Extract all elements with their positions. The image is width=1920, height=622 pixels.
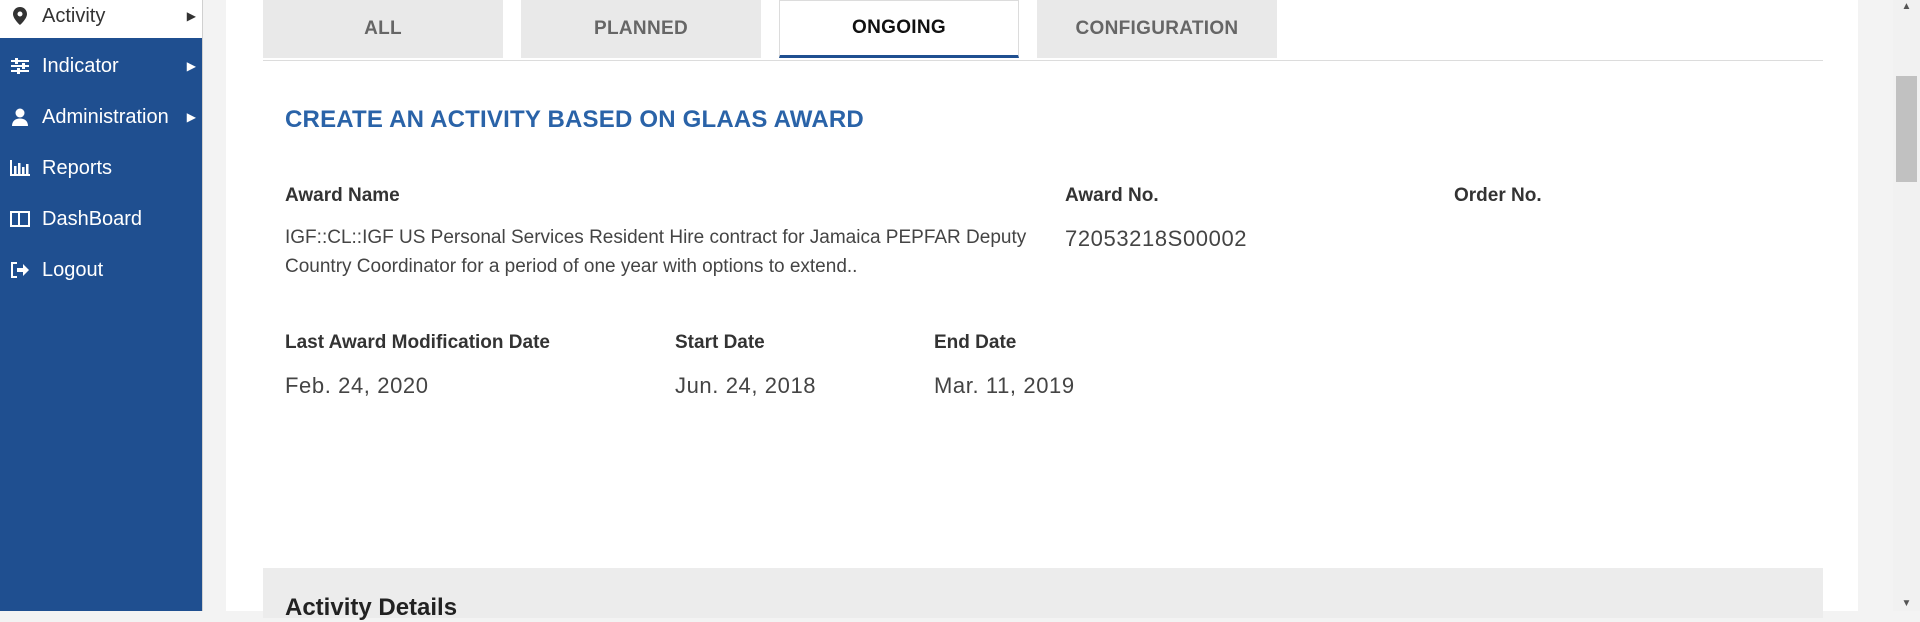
vertical-scrollbar[interactable]: ▲ ▼ bbox=[1893, 0, 1920, 611]
chevron-right-icon: ▶ bbox=[186, 9, 196, 23]
last-modification-date-value: Feb. 24, 2020 bbox=[285, 373, 429, 398]
tab-configuration[interactable]: CONFIGURATION bbox=[1037, 0, 1277, 58]
sliders-icon bbox=[10, 56, 30, 76]
chevron-right-icon: ▶ bbox=[186, 59, 196, 73]
sidebar-item-label: Administration bbox=[42, 105, 169, 128]
bar-chart-icon bbox=[10, 158, 30, 178]
sidebar-item-label: Reports bbox=[42, 156, 113, 179]
scroll-up-arrow-icon[interactable]: ▲ bbox=[1893, 0, 1920, 14]
scrollbar-thumb[interactable] bbox=[1896, 76, 1917, 182]
sidebar-item-label: DashBoard bbox=[42, 207, 143, 230]
start-date-value: Jun. 24, 2018 bbox=[675, 373, 817, 398]
sidebar-item-indicator[interactable]: Indicator ▶ bbox=[0, 44, 202, 88]
activity-details-title: Activity Details bbox=[285, 594, 458, 621]
sidebar-item-administration[interactable]: Administration ▶ bbox=[0, 95, 202, 139]
sidebar-item-dashboard[interactable]: DashBoard bbox=[0, 197, 202, 241]
sidebar-item-reports[interactable]: Reports bbox=[0, 146, 202, 190]
sidebar-item-label: Activity bbox=[42, 4, 106, 27]
main-panel: ALL PLANNED ONGOING CONFIGURATION CREATE… bbox=[226, 0, 1858, 621]
last-modification-date-label: Last Award Modification Date bbox=[285, 332, 550, 353]
sidebar-item-label: Indicator bbox=[42, 54, 119, 77]
sidebar-item-label: Logout bbox=[42, 258, 104, 281]
user-icon bbox=[10, 107, 30, 127]
sidebar-item-activity[interactable]: Activity ▶ bbox=[0, 0, 202, 38]
sidebar-item-logout[interactable]: Logout bbox=[0, 248, 202, 292]
tab-all[interactable]: ALL bbox=[263, 0, 503, 58]
end-date-value: Mar. 11, 2019 bbox=[934, 373, 1075, 398]
end-date-label: End Date bbox=[934, 332, 1017, 353]
award-number-label: Award No. bbox=[1065, 185, 1159, 206]
tab-ongoing[interactable]: ONGOING bbox=[779, 0, 1019, 58]
award-number-value: 72053218S00002 bbox=[1065, 226, 1248, 251]
start-date-label: Start Date bbox=[675, 332, 765, 353]
section-title: CREATE AN ACTIVITY BASED ON GLAAS AWARD bbox=[285, 106, 864, 133]
tab-planned[interactable]: PLANNED bbox=[521, 0, 761, 58]
sign-out-icon bbox=[10, 260, 30, 280]
dashboard-icon bbox=[10, 209, 30, 229]
order-number-label: Order No. bbox=[1454, 185, 1542, 206]
tab-bar: ALL PLANNED ONGOING CONFIGURATION bbox=[263, 0, 1823, 61]
award-name-value: IGF::CL::IGF US Personal Services Reside… bbox=[285, 227, 1027, 277]
chevron-right-icon: ▶ bbox=[186, 110, 196, 124]
award-name-label: Award Name bbox=[285, 185, 400, 206]
map-pin-icon bbox=[10, 6, 30, 26]
sidebar: Activity ▶ Indicator ▶ Administration ▶ … bbox=[0, 0, 203, 611]
scroll-down-arrow-icon[interactable]: ▼ bbox=[1893, 597, 1920, 611]
